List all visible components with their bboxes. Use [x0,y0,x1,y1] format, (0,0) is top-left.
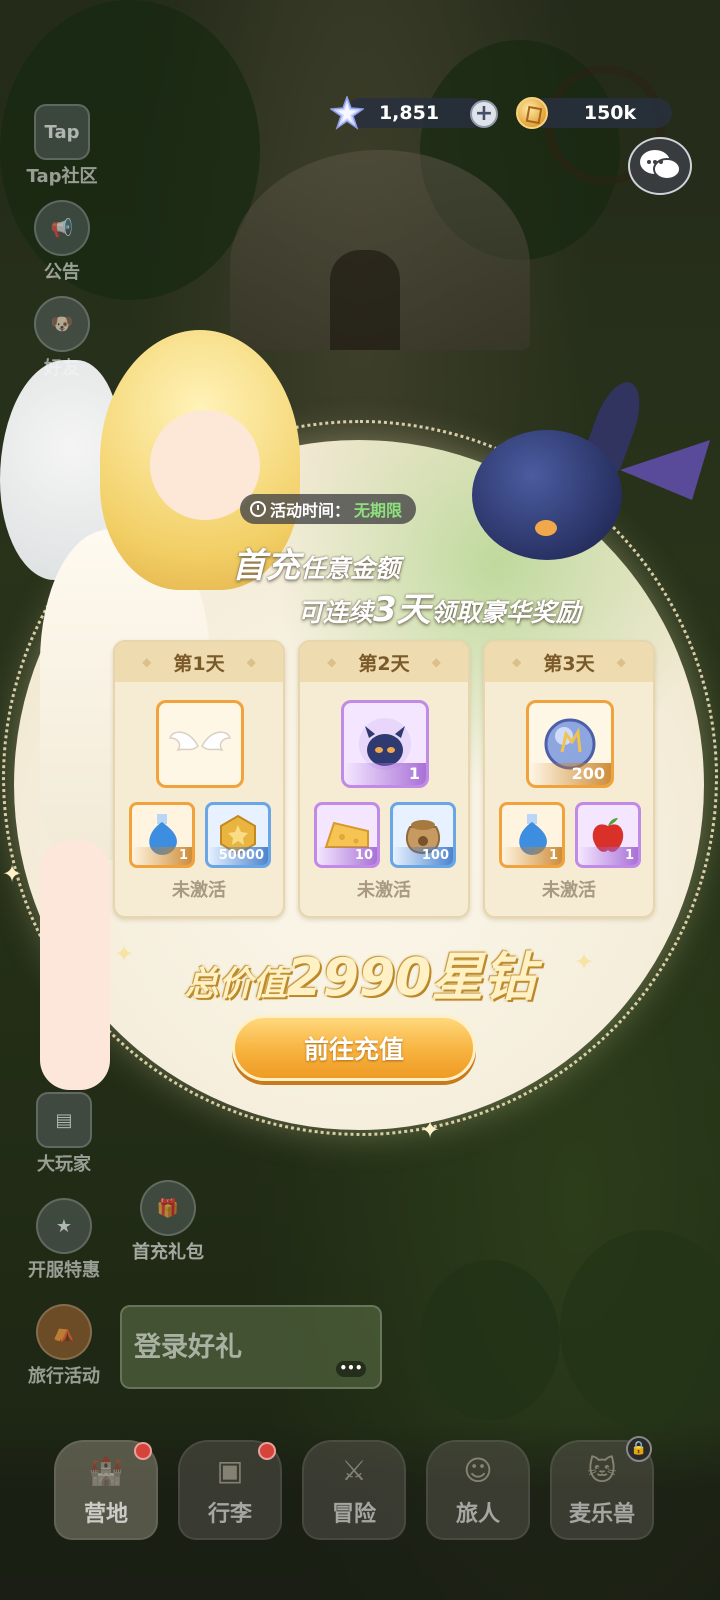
wing-icon [169,731,231,752]
day-1-card: 第1天 1 50000 未激活 [113,640,285,918]
coin-counter: 150k [530,98,672,128]
tv-icon: ▤ [36,1092,92,1148]
chat-button[interactable] [628,137,692,195]
side-server-open-sale[interactable]: ★ 开服特惠 [14,1198,114,1282]
more-dots-icon: ••• [336,1361,366,1377]
sparkle-icon: ✦ [2,860,23,888]
shop-star-icon: ★ [36,1198,92,1254]
nav-adventure[interactable]: ⚔ 冒险 [302,1440,406,1540]
login-gift-banner[interactable]: 登录好礼 ••• [120,1305,382,1389]
go-recharge-button[interactable]: 前往充值 [232,1015,476,1081]
potion-reward[interactable]: 1 [129,802,195,868]
notification-dot [258,1442,276,1460]
star-diamond-icon [330,96,364,130]
cheese-reward[interactable]: 10 [314,802,380,868]
dragon-eye [535,520,557,536]
nav-pets[interactable]: 🐱 🔒 麦乐兽 [550,1436,654,1540]
gift-box-icon: 🎁 [140,1180,196,1236]
side-big-player[interactable]: ▤ 大玩家 [14,1092,114,1176]
side-announcement[interactable]: 📢 公告 [12,200,112,284]
dragon-pet [472,430,622,560]
star-diamond-amount: 1,851 [378,102,440,124]
crystal-orb-reward[interactable]: 200 [526,700,614,788]
inactive-status: 未激活 [172,880,226,901]
character-head-icon: ☺ [463,1454,493,1487]
lock-icon: 🔒 [626,1436,652,1462]
side-travel-event[interactable]: ⛺ 旅行活动 [14,1304,114,1388]
inactive-status: 未激活 [542,880,596,901]
coin-amount: 150k [583,102,637,124]
dog-face-icon: 🐶 [34,296,90,352]
chat-bubbles-icon [640,150,681,180]
apple-reward[interactable]: 1 [575,802,641,868]
dragon-avatar-reward[interactable]: 1 [341,700,429,788]
notification-dot [134,1442,152,1460]
nav-luggage[interactable]: ▣ 行李 [178,1440,282,1540]
wing-reward[interactable] [156,700,244,788]
nav-camp[interactable]: 🏰 营地 [54,1440,158,1540]
nav-traveler[interactable]: ☺ 旅人 [426,1440,530,1540]
coin-reward[interactable]: 50000 [205,802,271,868]
headline-line-2: 可连续3天领取豪华奖励 [298,590,581,630]
sparkle-icon: ✦ [574,948,595,976]
day-title: 第3天 [485,642,653,682]
side-tap-community[interactable]: Tap Tap社区 [12,104,112,188]
angel-girl-legs [40,840,110,1090]
event-time-badge: 活动时间： 无期限 [240,494,417,524]
add-star-diamond-button[interactable]: + [470,100,498,128]
pet-food-reward[interactable]: 100 [390,802,456,868]
day-title: 第2天 [300,642,468,682]
star-diamond-counter: 1,851 [346,98,486,128]
crossed-swords-icon: ⚔ [341,1454,367,1487]
total-value: 总价值2990星钻 [184,948,536,1008]
headline-line-1: 首充任意金额 [232,546,401,586]
sparkle-icon: ✦ [420,1116,441,1144]
megaphone-icon: 📢 [34,200,90,256]
tent-icon: ⛺ [36,1304,92,1360]
side-first-charge-pack[interactable]: 🎁 首充礼包 [120,1180,216,1264]
potion-reward[interactable]: 1 [499,802,565,868]
day-title: 第1天 [115,642,283,682]
day-2-card: 第2天 1 10 100 未激 [298,640,470,918]
tap-icon: Tap [34,104,90,160]
day-3-card: 第3天 200 1 1 未激活 [483,640,655,918]
inactive-status: 未激活 [357,880,411,901]
clock-icon [250,501,266,517]
coin-icon [516,97,548,129]
